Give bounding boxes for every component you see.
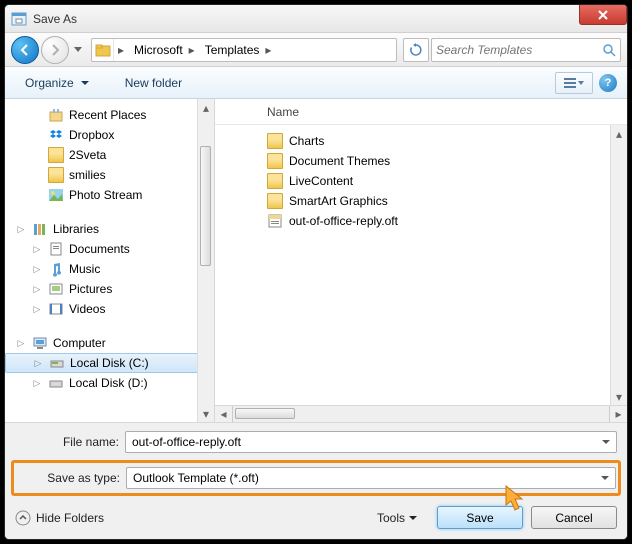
crumb-templates[interactable]: Templates	[199, 39, 262, 61]
tree-music[interactable]: ▷Music	[5, 259, 214, 279]
filename-label: File name:	[15, 435, 125, 449]
videos-icon	[48, 301, 64, 317]
drive-icon	[48, 375, 64, 391]
file-list-pane: Name Charts Document Themes LiveContent …	[215, 99, 627, 422]
titlebar: Save As	[5, 5, 627, 33]
computer-icon	[32, 335, 48, 351]
expander-icon[interactable]: ▷	[32, 358, 44, 369]
navigation-tree[interactable]: Recent Places Dropbox 2Sveta smilies Pho…	[5, 99, 215, 422]
expander-icon[interactable]: ▷	[15, 338, 27, 349]
library-icon	[32, 221, 48, 237]
scroll-up-icon[interactable]: ▴	[611, 125, 627, 142]
folder-icon	[267, 173, 283, 189]
savetype-label: Save as type:	[16, 471, 126, 485]
oft-icon	[267, 213, 283, 229]
help-button[interactable]: ?	[599, 74, 617, 92]
music-icon	[48, 261, 64, 277]
history-dropdown[interactable]	[71, 40, 85, 60]
view-button[interactable]	[555, 72, 593, 94]
toolbar: Organize New folder ?	[5, 67, 627, 99]
folder-icon	[92, 39, 114, 61]
refresh-button[interactable]	[403, 38, 429, 62]
search-icon	[602, 43, 616, 57]
save-button[interactable]: Save	[437, 506, 523, 529]
dialog-footer: File name: out-of-office-reply.oft Save …	[5, 422, 627, 539]
tree-dropbox[interactable]: Dropbox	[5, 125, 214, 145]
cancel-button[interactable]: Cancel	[531, 506, 617, 529]
scroll-right-icon[interactable]: ▸	[610, 406, 627, 423]
navbar: ▸ Microsoft ▸ Templates ▸	[5, 33, 627, 67]
expander-icon[interactable]: ▷	[31, 244, 43, 255]
breadcrumb[interactable]: ▸ Microsoft ▸ Templates ▸	[91, 38, 397, 62]
dropbox-icon	[48, 127, 64, 143]
expander-icon[interactable]: ▷	[31, 264, 43, 275]
chevron-right-icon[interactable]: ▸	[261, 43, 275, 57]
back-button[interactable]	[11, 36, 39, 64]
file-browser: Recent Places Dropbox 2Sveta smilies Pho…	[5, 99, 627, 422]
forward-button[interactable]	[41, 36, 69, 64]
folder-icon	[267, 133, 283, 149]
tree-libraries[interactable]: ▷Libraries	[5, 219, 214, 239]
chevron-right-icon[interactable]: ▸	[114, 43, 128, 57]
scroll-down-icon[interactable]: ▾	[198, 405, 214, 422]
folder-smartart[interactable]: SmartArt Graphics	[267, 191, 627, 211]
folder-icon	[48, 147, 64, 163]
pictures-icon	[48, 281, 64, 297]
search-field[interactable]	[436, 43, 602, 57]
crumb-microsoft[interactable]: Microsoft	[128, 39, 185, 61]
tree-pictures[interactable]: ▷Pictures	[5, 279, 214, 299]
savetype-dropdown[interactable]: Outlook Template (*.oft)	[126, 467, 616, 489]
horizontal-scrollbar[interactable]: ◂ ▸	[215, 405, 627, 422]
highlight-annotation: Save as type: Outlook Template (*.oft)	[11, 460, 621, 496]
folder-icon	[48, 167, 64, 183]
expander-icon[interactable]: ▷	[15, 224, 27, 235]
filename-input[interactable]: out-of-office-reply.oft	[125, 431, 617, 453]
folder-charts[interactable]: Charts	[267, 131, 627, 151]
folder-live[interactable]: LiveContent	[267, 171, 627, 191]
scroll-thumb[interactable]	[200, 146, 211, 266]
folder-icon	[267, 193, 283, 209]
file-oft[interactable]: out-of-office-reply.oft	[267, 211, 627, 231]
chevron-right-icon[interactable]: ▸	[185, 43, 199, 57]
photo-icon	[48, 187, 64, 203]
expander-icon[interactable]: ▷	[31, 378, 43, 389]
scroll-left-icon[interactable]: ◂	[215, 406, 232, 423]
scroll-up-icon[interactable]: ▴	[198, 99, 214, 116]
tree-recent[interactable]: Recent Places	[5, 105, 214, 125]
organize-button[interactable]: Organize	[15, 72, 99, 94]
file-list[interactable]: Charts Document Themes LiveContent Smart…	[215, 125, 627, 405]
list-scrollbar[interactable]: ▴ ▾	[610, 125, 627, 405]
new-folder-button[interactable]: New folder	[115, 72, 192, 94]
folder-icon	[267, 153, 283, 169]
tree-photo[interactable]: Photo Stream	[5, 185, 214, 205]
tree-videos[interactable]: ▷Videos	[5, 299, 214, 319]
app-icon	[11, 11, 27, 27]
tree-2sveta[interactable]: 2Sveta	[5, 145, 214, 165]
tools-dropdown[interactable]: Tools	[377, 511, 417, 525]
column-header-name[interactable]: Name	[215, 99, 627, 125]
close-button[interactable]	[579, 5, 627, 25]
tree-diskd[interactable]: ▷Local Disk (D:)	[5, 373, 214, 393]
scroll-thumb[interactable]	[235, 408, 295, 419]
tree-computer[interactable]: ▷Computer	[5, 333, 214, 353]
tree-smilies[interactable]: smilies	[5, 165, 214, 185]
hide-folders-button[interactable]: Hide Folders	[15, 510, 104, 526]
scroll-down-icon[interactable]: ▾	[611, 388, 627, 405]
tree-diskc[interactable]: ▷Local Disk (C:)	[5, 353, 214, 373]
search-input[interactable]	[431, 38, 621, 62]
save-as-dialog: Save As ▸ Microsoft ▸ Templates ▸	[4, 4, 628, 540]
tree-scrollbar[interactable]: ▴ ▾	[197, 99, 214, 422]
chevron-up-icon	[15, 510, 31, 526]
window-title: Save As	[33, 12, 77, 26]
recent-icon	[48, 107, 64, 123]
expander-icon[interactable]: ▷	[31, 284, 43, 295]
drive-icon	[49, 355, 65, 371]
expander-icon[interactable]: ▷	[31, 304, 43, 315]
folder-themes[interactable]: Document Themes	[267, 151, 627, 171]
documents-icon	[48, 241, 64, 257]
tree-documents[interactable]: ▷Documents	[5, 239, 214, 259]
